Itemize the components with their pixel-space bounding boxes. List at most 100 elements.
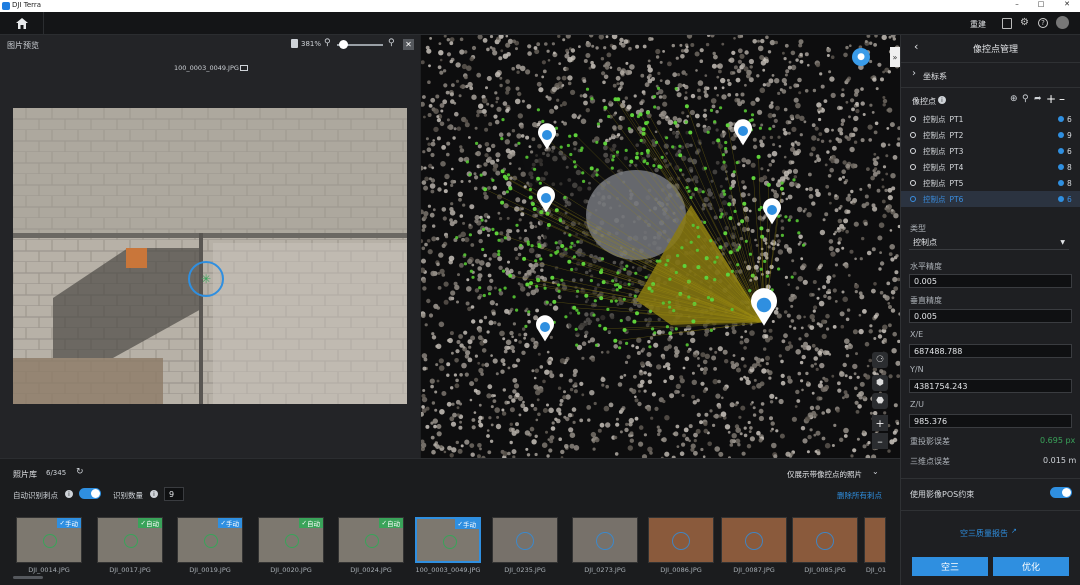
gcp-type: 控制点 xyxy=(923,194,946,204)
gcp-type: 控制点 xyxy=(923,162,946,172)
window-title: DJI Terra xyxy=(12,1,42,9)
marker-icon xyxy=(285,534,299,548)
detect-badge-label: 手动 xyxy=(226,520,239,528)
library-title: 照片库 xyxy=(13,470,37,479)
import-icon[interactable]: ⊕ xyxy=(1010,94,1018,104)
zoom-out-button[interactable]: – xyxy=(872,433,888,449)
pin-icon xyxy=(910,132,916,138)
gcp-type: 控制点 xyxy=(923,130,946,140)
z-input[interactable]: 985.376 xyxy=(909,414,1072,428)
optimize-button[interactable]: 优化 xyxy=(993,557,1069,576)
chevron-down-icon[interactable]: ⌄ xyxy=(872,467,879,476)
help-icon[interactable]: ? xyxy=(1038,18,1048,28)
photo-filename: DJI_0014.JPG xyxy=(28,566,70,574)
point-cloud-canvas[interactable] xyxy=(421,35,900,458)
auto-detect-toggle[interactable] xyxy=(79,488,101,499)
x-label: X/E xyxy=(910,330,924,339)
gcp-name: PT4 xyxy=(949,162,964,172)
gcp-name: PT6 xyxy=(949,194,964,204)
trash-icon[interactable] xyxy=(291,39,298,48)
marker-icon xyxy=(516,532,534,550)
vertical-accuracy-label: 垂直精度 xyxy=(910,296,942,305)
type-select[interactable]: 控制点 ▼ xyxy=(909,236,1069,250)
photo-filename: DJI_0235.JPG xyxy=(504,566,546,574)
back-icon[interactable]: ‹ xyxy=(914,40,918,53)
dropdown-triangle-icon: ▼ xyxy=(1060,239,1065,246)
refresh-icon[interactable]: ↻ xyxy=(76,467,84,477)
folder-icon[interactable] xyxy=(240,65,248,71)
gcp-type: 控制点 xyxy=(923,146,946,156)
settings-icon[interactable]: ⚙ xyxy=(1019,17,1030,28)
photo-thumbnail[interactable]: ✓ 自动 xyxy=(338,517,404,563)
aerotriangulation-button[interactable]: 空三 xyxy=(912,557,988,576)
cube-view-icon[interactable]: ⬢ xyxy=(872,375,888,391)
gcp-pin-icon[interactable] xyxy=(763,198,781,225)
close-preview-button[interactable]: ✕ xyxy=(403,39,414,50)
gcp-list-item[interactable]: 控制点 PT2 9 xyxy=(901,127,1080,143)
preview-image[interactable]: ✳ xyxy=(13,108,407,404)
auto-detect-label: 自动识别刺点 xyxy=(13,491,58,500)
filter-dropdown[interactable]: 仅展示带像控点的照片 xyxy=(787,469,862,480)
coordinate-system-section[interactable]: 坐标系 xyxy=(923,71,947,82)
add-point-icon[interactable]: + xyxy=(1046,92,1056,106)
marker-icon xyxy=(745,532,763,550)
horizontal-accuracy-input[interactable]: 0.005 xyxy=(909,274,1072,288)
gcp-list-item[interactable]: 控制点 PT3 6 xyxy=(901,143,1080,159)
photo-thumbnail[interactable]: ✓ 自动 xyxy=(258,517,324,563)
vertical-accuracy-input[interactable]: 0.005 xyxy=(909,309,1072,323)
document-icon[interactable] xyxy=(1002,18,1012,29)
photo-dot-icon xyxy=(1058,196,1064,202)
recognize-count-input[interactable]: 9 xyxy=(164,487,184,501)
photo-thumbnail[interactable]: ✓ 手动 xyxy=(16,517,82,563)
expand-icon[interactable]: › xyxy=(912,68,916,79)
detect-badge-label: 手动 xyxy=(65,520,78,528)
close-window-button[interactable]: ✕ xyxy=(1058,0,1076,8)
photo-thumbnail[interactable] xyxy=(792,517,858,563)
type-label: 类型 xyxy=(910,224,926,233)
rebuild-button[interactable]: 重建 xyxy=(970,19,986,30)
view-mode-icon[interactable]: ⚆ xyxy=(872,352,888,368)
minimize-button[interactable]: – xyxy=(1008,0,1026,8)
box-view-icon[interactable]: ⬣ xyxy=(872,393,888,409)
photo-dot-icon xyxy=(1058,148,1064,154)
photo-thumbnail[interactable]: ✓ 手动 xyxy=(415,517,481,563)
locate-icon[interactable]: ⚲ xyxy=(1022,94,1029,104)
photo-thumbnail[interactable] xyxy=(721,517,787,563)
export-icon[interactable]: ➦ xyxy=(1034,94,1042,104)
avatar[interactable] xyxy=(1056,16,1069,29)
quality-report-link[interactable]: 空三质量报告 xyxy=(960,528,1008,539)
gcp-list-item[interactable]: 控制点 PT4 8 xyxy=(901,159,1080,175)
photo-thumbnail[interactable]: ✓ 自动 xyxy=(97,517,163,563)
detect-badge-label: 自动 xyxy=(307,520,320,528)
maximize-button[interactable]: □ xyxy=(1032,0,1050,8)
photo-thumbnail[interactable]: ✓ 手动 xyxy=(177,517,243,563)
gcp-list-item[interactable]: 控制点 PT1 6 xyxy=(901,111,1080,127)
remove-point-icon[interactable]: – xyxy=(1059,92,1065,106)
external-link-icon[interactable]: ↗ xyxy=(1011,527,1017,535)
use-pos-toggle[interactable] xyxy=(1050,487,1072,498)
home-button[interactable] xyxy=(0,12,44,35)
photo-thumbnail[interactable] xyxy=(648,517,714,563)
x-input[interactable]: 687488.788 xyxy=(909,344,1072,358)
collapse-panel-button[interactable]: » xyxy=(890,47,900,67)
photo-thumbnail[interactable] xyxy=(864,517,886,563)
library-scrollbar[interactable] xyxy=(13,576,43,579)
gcp-pin-icon[interactable] xyxy=(734,119,752,146)
zoom-out-icon[interactable]: ⚲ xyxy=(324,38,331,48)
image-preview-panel: 图片预览 381% ⚲ ⚲ ✕ 100_0003_0049.JPG ✳ xyxy=(0,35,420,458)
gcp-list-item[interactable]: 控制点 PT6 6 xyxy=(901,191,1080,207)
info-icon: i xyxy=(65,490,73,498)
zoom-in-icon[interactable]: ⚲ xyxy=(388,38,395,48)
photo-thumbnail[interactable] xyxy=(572,517,638,563)
z-label: Z/U xyxy=(910,400,925,409)
zoom-slider-handle[interactable] xyxy=(339,40,348,49)
pin-icon xyxy=(910,196,916,202)
point-cloud-view[interactable]: ● » ⚆ ⬢ ⬣ + – xyxy=(421,35,900,458)
gcp-list-item[interactable]: 控制点 PT5 8 xyxy=(901,175,1080,191)
zoom-in-button[interactable]: + xyxy=(872,415,888,431)
camera-icon[interactable]: ● xyxy=(852,48,870,66)
y-input[interactable]: 4381754.243 xyxy=(909,379,1072,393)
gcp-type: 控制点 xyxy=(923,178,946,188)
delete-all-points-link[interactable]: 删除所有刺点 xyxy=(837,490,882,501)
photo-thumbnail[interactable] xyxy=(492,517,558,563)
